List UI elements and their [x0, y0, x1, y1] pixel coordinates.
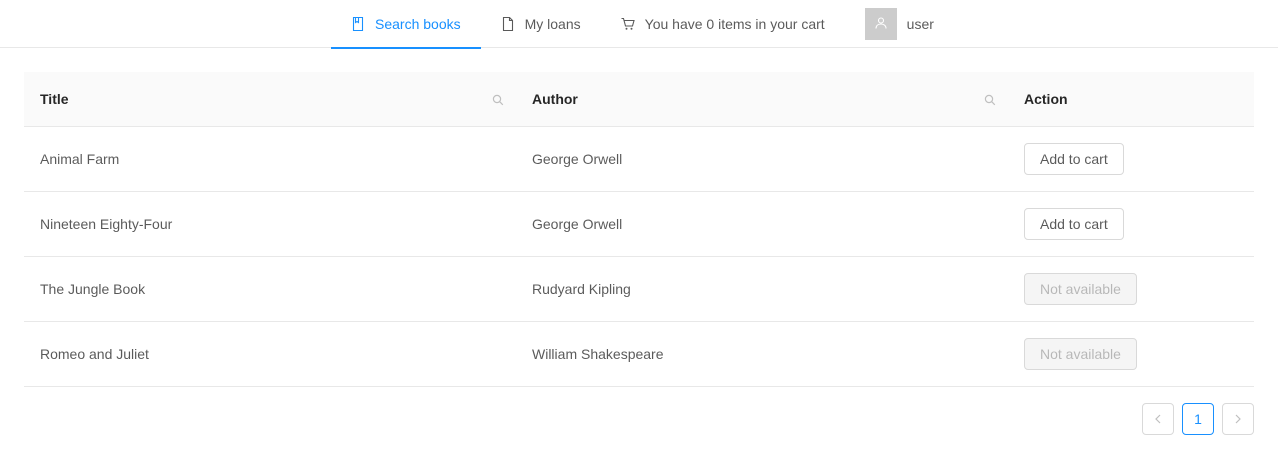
avatar[interactable]	[864, 8, 897, 40]
add-to-cart-button[interactable]: Add to cart	[1024, 208, 1124, 240]
column-header-author: Author	[516, 72, 1008, 126]
cart-icon	[621, 17, 635, 31]
page-button[interactable]: 1	[1182, 403, 1214, 435]
nav-search-books[interactable]: Search books	[331, 0, 481, 49]
action-cell: Add to cart	[1008, 192, 1254, 256]
table-row: Romeo and Juliet William Shakespeare Not…	[24, 322, 1254, 387]
books-table: Title Author Action Animal Farm George O…	[24, 72, 1254, 387]
pagination: 1	[1142, 403, 1254, 435]
table-header: Title Author Action	[24, 72, 1254, 127]
nav-cart[interactable]: You have 0 items in your cart	[601, 0, 845, 48]
column-title-label: Title	[40, 91, 69, 107]
book-author: William Shakespeare	[532, 346, 664, 362]
action-cell: Not available	[1008, 257, 1254, 321]
column-header-title: Title	[24, 72, 516, 126]
book-icon	[351, 17, 365, 31]
book-title: Animal Farm	[40, 151, 120, 167]
next-page-button[interactable]	[1222, 403, 1254, 435]
action-cell: Not available	[1008, 322, 1254, 386]
search-icon[interactable]	[492, 93, 504, 106]
action-cell: Add to cart	[1008, 127, 1254, 191]
table-row: Animal Farm George Orwell Add to cart	[24, 127, 1254, 192]
chevron-left-icon	[1154, 411, 1162, 427]
user-menu[interactable]: user	[845, 0, 934, 48]
book-title: Romeo and Juliet	[40, 346, 149, 362]
add-to-cart-button[interactable]: Add to cart	[1024, 143, 1124, 175]
file-icon	[501, 17, 515, 31]
not-available-button: Not available	[1024, 338, 1137, 370]
table-row: Nineteen Eighty-Four George Orwell Add t…	[24, 192, 1254, 257]
not-available-button: Not available	[1024, 273, 1137, 305]
table-row: The Jungle Book Rudyard Kipling Not avai…	[24, 257, 1254, 322]
search-icon[interactable]	[984, 93, 996, 106]
previous-page-button[interactable]	[1142, 403, 1174, 435]
user-name: user	[906, 16, 934, 32]
book-author: George Orwell	[532, 151, 623, 167]
book-title: Nineteen Eighty-Four	[40, 216, 173, 232]
book-author: George Orwell	[532, 216, 623, 232]
nav-my-loans-label: My loans	[524, 16, 581, 32]
nav-search-books-label: Search books	[375, 16, 461, 32]
column-header-action: Action	[1008, 72, 1254, 126]
column-author-label: Author	[532, 91, 578, 107]
chevron-right-icon	[1234, 411, 1242, 427]
book-title: The Jungle Book	[40, 281, 146, 297]
nav-cart-label: You have 0 items in your cart	[644, 16, 825, 32]
column-action-label: Action	[1024, 91, 1068, 107]
top-navigation-bar: Search books My loans You have 0 items i…	[0, 0, 1278, 49]
nav-my-loans[interactable]: My loans	[481, 0, 601, 48]
nav-menu: Search books My loans You have 0 items i…	[331, 0, 934, 49]
user-icon	[875, 16, 887, 32]
book-author: Rudyard Kipling	[532, 281, 631, 297]
